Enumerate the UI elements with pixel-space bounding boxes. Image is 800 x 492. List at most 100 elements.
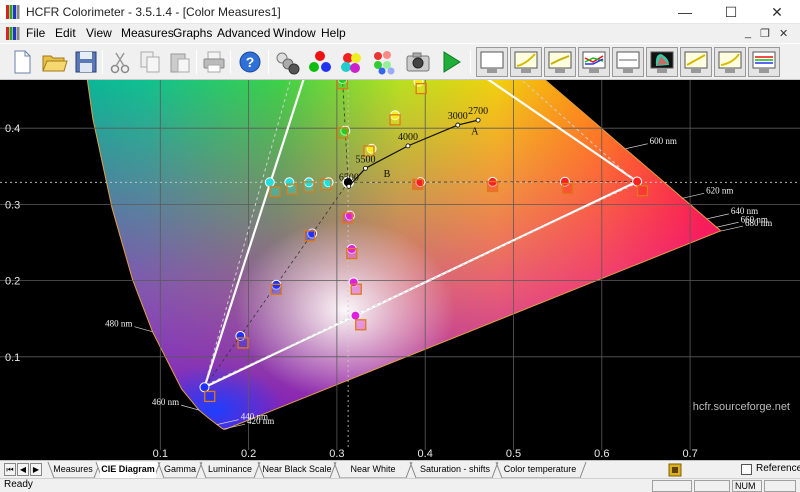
tab-measures[interactable]: Measures (52, 462, 94, 478)
help-icon[interactable]: ? (236, 48, 264, 76)
tab-next-button[interactable]: ▶ (30, 463, 42, 476)
gamma-graph-icon (514, 51, 538, 73)
saturation-measure-icon[interactable] (370, 48, 398, 76)
wavelength-label: 460 nm (152, 397, 179, 407)
planckian-locus-point (363, 165, 368, 171)
mdi-restore-button[interactable]: ❐ (760, 27, 770, 40)
wavelength-leader-line (625, 143, 648, 150)
luminance-graph-button[interactable] (544, 47, 576, 77)
tab-saturation-shifts[interactable]: Saturation - shifts (414, 462, 496, 478)
planckian-locus-label: 4000 (398, 132, 418, 143)
wavelength-leader-line (720, 225, 744, 232)
svg-text:?: ? (246, 54, 255, 70)
color-temp-graph-icon (616, 51, 640, 73)
y-tick-label: 0.3 (5, 199, 20, 211)
reference-checkbox[interactable] (741, 464, 752, 475)
wavelength-label: 680 nm (745, 218, 772, 228)
close-button[interactable]: ✕ (754, 0, 800, 24)
wavelength-leader-line (134, 326, 153, 332)
doc-icon[interactable] (6, 27, 20, 40)
cie-diagram-svg: 0.10.20.30.40.50.60.70.10.20.30.40.50.60… (0, 0, 800, 460)
cut-icon[interactable] (106, 48, 134, 76)
camera-icon[interactable] (404, 48, 432, 76)
minimize-button[interactable]: — (662, 0, 708, 24)
paste-icon[interactable] (166, 48, 194, 76)
rgb-graph-button[interactable] (578, 47, 610, 77)
mdi-minimize-button[interactable]: _ (745, 27, 751, 39)
menu-file[interactable]: File (26, 26, 45, 40)
measured-point (350, 283, 362, 295)
maximize-button[interactable]: ☐ (708, 0, 754, 24)
planckian-locus-point (346, 183, 352, 189)
y-tick-label: 0.4 (5, 123, 20, 135)
x-tick-label: 0.6 (594, 448, 609, 460)
copy-icon[interactable] (136, 48, 164, 76)
planckian-locus-label: 6500 (339, 172, 359, 183)
menu-window[interactable]: Window (273, 26, 316, 40)
measured-point (341, 212, 353, 224)
gamma-graph-button[interactable] (510, 47, 542, 77)
menu-help[interactable]: Help (321, 26, 346, 40)
reference-label: Reference (756, 463, 800, 474)
window-title: HCFR Colorimeter - 3.5.1.4 - [Color Meas… (26, 5, 281, 19)
print-icon[interactable] (200, 48, 228, 76)
menu-advanced[interactable]: Advanced (217, 26, 270, 40)
planckian-locus-point (475, 117, 481, 123)
target-point (199, 382, 210, 393)
wavelength-leader-line (716, 221, 739, 228)
mdi-close-button[interactable]: ✕ (779, 27, 788, 40)
target-point (350, 310, 361, 321)
toolbar-separator (196, 50, 197, 74)
tab-color-temperature[interactable]: Color temperature (500, 462, 580, 478)
tab-prev-button[interactable]: ◀ (17, 463, 29, 476)
near-black-graph-icon (684, 51, 708, 73)
secondaries-measure-icon[interactable] (338, 48, 366, 76)
measured-point (389, 114, 401, 126)
measured-point (337, 127, 349, 139)
tab-near-white-scale[interactable]: Near White Scale (338, 462, 408, 489)
tab-gamma[interactable]: Gamma (162, 462, 198, 478)
cie-graph-icon (650, 51, 674, 73)
y-tick-label: 0.2 (5, 276, 20, 288)
new-file-icon[interactable] (8, 48, 36, 76)
wavelength-label: 600 nm (650, 136, 677, 146)
measured-point (412, 178, 424, 191)
tab-luminance[interactable]: Luminance (204, 462, 256, 478)
cie-graph-button[interactable] (646, 47, 678, 77)
primaries-measure-icon[interactable] (306, 48, 334, 76)
ire-graph-button[interactable] (476, 47, 508, 77)
planckian-locus-point (455, 122, 461, 128)
menu-edit[interactable]: Edit (55, 26, 76, 40)
wavelength-label: 620 nm (706, 185, 733, 195)
menu-measures[interactable]: Measures (121, 26, 174, 40)
near-white-graph-icon (718, 51, 742, 73)
x-tick-label: 0.1 (153, 448, 168, 460)
measured-point (286, 183, 298, 195)
measured-point (336, 77, 349, 90)
near-black-graph-button[interactable] (680, 47, 712, 77)
menu-graphs[interactable]: Graphs (173, 26, 212, 40)
measured-point (303, 181, 315, 193)
x-tick-label: 0.5 (506, 448, 521, 460)
measured-point (269, 185, 281, 198)
measured-point (346, 247, 358, 260)
near-white-graph-button[interactable] (714, 47, 746, 77)
status-text: Ready (4, 479, 33, 490)
play-icon[interactable] (436, 48, 464, 76)
open-folder-icon[interactable] (40, 48, 68, 76)
reference-data-icon[interactable] (668, 463, 682, 477)
toolbar: ? (0, 43, 800, 80)
color-temp-graph-button[interactable] (612, 47, 644, 77)
menu-view[interactable]: View (86, 26, 112, 40)
sat-shift-graph-button[interactable] (748, 47, 780, 77)
tab-first-button[interactable]: ⏮ (4, 463, 16, 476)
save-icon[interactable] (72, 48, 100, 76)
status-bar: Ready NUM (0, 478, 800, 492)
wavelength-leader-line (682, 192, 705, 199)
sheet-tab-bar: ⏮ ◀ ▶ Measures CIE Diagram Gamma Luminan… (0, 460, 800, 489)
tab-near-black-scale[interactable]: Near Black Scale (262, 462, 332, 478)
tab-cie-diagram[interactable]: CIE Diagram (100, 462, 156, 478)
measured-point (561, 182, 574, 195)
gray-scale-measure-icon[interactable] (274, 48, 302, 76)
title-bar: HCFR Colorimeter - 3.5.1.4 - [Color Meas… (0, 0, 800, 24)
